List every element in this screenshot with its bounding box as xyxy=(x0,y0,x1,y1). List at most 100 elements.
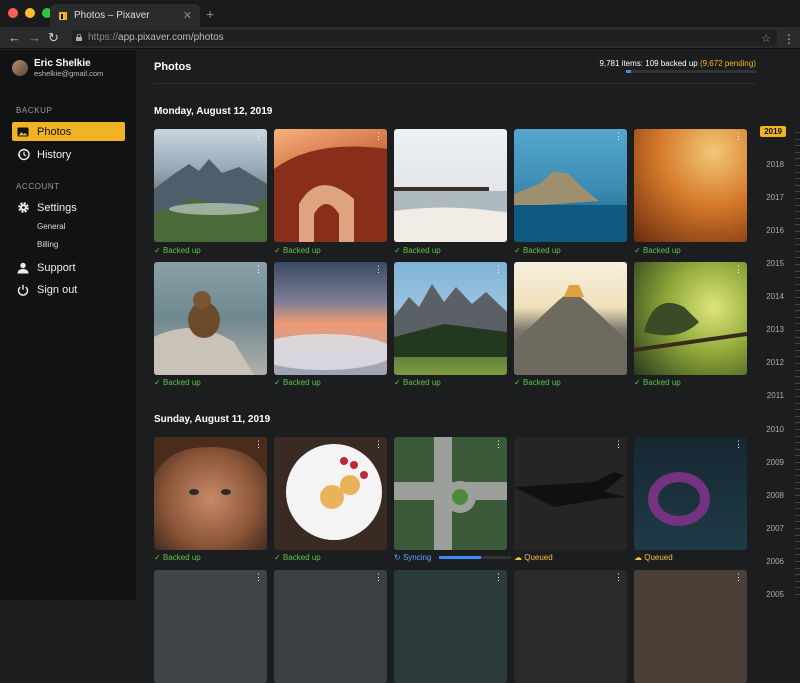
more-options-icon[interactable]: ⋮ xyxy=(734,439,743,450)
timeline-year[interactable]: 2007 xyxy=(766,524,784,533)
more-options-icon[interactable]: ⋮ xyxy=(614,572,623,583)
close-tab-icon[interactable]: ✕ xyxy=(183,9,192,22)
new-tab-button[interactable]: + xyxy=(206,6,214,22)
date-heading: Monday, August 12, 2019 xyxy=(154,106,273,117)
timeline-year[interactable]: 2006 xyxy=(766,557,784,566)
more-options-icon[interactable]: ⋮ xyxy=(494,264,503,275)
more-options-icon[interactable]: ⋮ xyxy=(374,439,383,450)
timeline-tick xyxy=(795,250,800,252)
photo-tile[interactable]: ⋮ xyxy=(514,129,627,242)
back-icon[interactable]: ← xyxy=(8,30,21,45)
timeline-tick xyxy=(795,244,800,246)
address-bar[interactable]: https://app.pixaver.com/photos ☆ xyxy=(72,30,777,46)
timeline-tick xyxy=(795,422,800,424)
sidebar-item-label: Photos xyxy=(37,125,72,138)
photo-tile[interactable]: ⋮ xyxy=(154,570,267,683)
more-options-icon[interactable]: ⋮ xyxy=(614,264,623,275)
timeline-year[interactable]: 2016 xyxy=(766,226,784,235)
photo-tile[interactable]: ⋮ xyxy=(634,262,747,375)
photo-tile[interactable]: ⋮ xyxy=(394,262,507,375)
more-options-icon[interactable]: ⋮ xyxy=(494,439,503,450)
photo-tile[interactable]: ⋮ xyxy=(634,129,747,242)
photo-tile[interactable]: ⋮ xyxy=(154,129,267,242)
photo-tile[interactable]: ⋮ xyxy=(514,262,627,375)
cloud-icon: ☁ xyxy=(514,553,525,562)
sidebar-item-history[interactable]: History xyxy=(12,145,125,164)
timeline-tick xyxy=(795,528,800,529)
photo-tile[interactable]: ⋮ xyxy=(634,570,747,683)
timeline-tick xyxy=(795,158,800,160)
sync-icon: ↻ xyxy=(394,553,403,562)
photo-tile[interactable]: ⋮ xyxy=(274,129,387,242)
timeline-tick xyxy=(795,211,800,213)
photo-tile[interactable]: ⋮ xyxy=(274,437,387,550)
more-options-icon[interactable]: ⋮ xyxy=(254,572,263,583)
minimize-window-button[interactable] xyxy=(25,8,35,18)
photo-tile[interactable]: ⋮ xyxy=(514,437,627,550)
photo-tile[interactable]: ⋮ xyxy=(154,437,267,550)
browser-tabbar: Photos – Pixaver ✕ + xyxy=(0,0,800,27)
timeline-year-current[interactable]: 2019 xyxy=(760,126,786,137)
photo-status: ✓ Backed up xyxy=(154,553,201,562)
sidebar-item-photos[interactable]: Photos xyxy=(12,122,125,141)
timeline-tick xyxy=(795,283,800,285)
timeline-tick xyxy=(795,336,800,338)
bookmark-star-icon[interactable]: ☆ xyxy=(761,31,771,47)
browser-tab[interactable]: Photos – Pixaver ✕ xyxy=(50,4,200,27)
more-options-icon[interactable]: ⋮ xyxy=(734,264,743,275)
more-options-icon[interactable]: ⋮ xyxy=(254,131,263,142)
timeline-year[interactable]: 2011 xyxy=(767,391,784,400)
forward-icon[interactable]: → xyxy=(28,30,41,45)
sidebar-item-settings[interactable]: Settings xyxy=(12,198,125,217)
timeline-year[interactable]: 2015 xyxy=(766,259,784,268)
timeline-tick xyxy=(795,462,800,463)
sidebar-subitem-billing[interactable]: Billing xyxy=(37,240,58,249)
photo-tile[interactable]: ⋮ xyxy=(394,129,507,242)
year-timeline[interactable]: 2019 2018 2017 2016 2015 2014 2013 2012 … xyxy=(756,50,800,600)
photo-tile[interactable]: ⋮ xyxy=(154,262,267,375)
more-options-icon[interactable]: ⋮ xyxy=(494,572,503,583)
timeline-year[interactable]: 2008 xyxy=(766,491,784,500)
photo-status: ↻ Syncing xyxy=(394,553,512,562)
timeline-year[interactable]: 2005 xyxy=(766,590,784,599)
more-options-icon[interactable]: ⋮ xyxy=(734,572,743,583)
photo-tile[interactable]: ⋮ xyxy=(514,570,627,683)
timeline-year[interactable]: 2009 xyxy=(766,458,784,467)
photo-tile[interactable]: ⋮ xyxy=(274,570,387,683)
photo-tile[interactable]: ⋮ xyxy=(634,437,747,550)
check-icon: ✓ xyxy=(394,246,403,255)
timeline-year[interactable]: 2013 xyxy=(766,325,784,334)
more-options-icon[interactable]: ⋮ xyxy=(374,264,383,275)
timeline-tick xyxy=(795,402,800,404)
reload-icon[interactable]: ↻ xyxy=(48,30,59,46)
photo-tile[interactable]: ⋮ xyxy=(394,437,507,550)
photo-status: ☁ Queued xyxy=(634,553,673,562)
timeline-year[interactable]: 2014 xyxy=(766,292,784,301)
more-options-icon[interactable]: ⋮ xyxy=(254,264,263,275)
timeline-tick xyxy=(795,264,800,265)
photo-status: ✓ Backed up xyxy=(394,246,441,255)
check-icon: ✓ xyxy=(154,553,163,562)
timeline-year[interactable]: 2017 xyxy=(766,193,784,202)
timeline-year[interactable]: 2012 xyxy=(766,358,784,367)
more-options-icon[interactable]: ⋮ xyxy=(614,439,623,450)
more-options-icon[interactable]: ⋮ xyxy=(734,131,743,142)
timeline-tick xyxy=(795,514,800,516)
photo-tile[interactable]: ⋮ xyxy=(394,570,507,683)
more-options-icon[interactable]: ⋮ xyxy=(254,439,263,450)
photo-image xyxy=(634,302,747,352)
browser-menu-icon[interactable]: ⋮ xyxy=(783,32,795,46)
more-options-icon[interactable]: ⋮ xyxy=(374,131,383,142)
timeline-year[interactable]: 2010 xyxy=(766,425,784,434)
sidebar-item-signout[interactable]: Sign out xyxy=(12,280,125,299)
photo-tile[interactable]: ⋮ xyxy=(274,262,387,375)
sidebar-item-support[interactable]: Support xyxy=(12,258,125,277)
more-options-icon[interactable]: ⋮ xyxy=(374,572,383,583)
backup-count: 9,781 items: 109 backed up xyxy=(599,59,700,68)
timeline-year[interactable]: 2018 xyxy=(766,160,784,169)
close-window-button[interactable] xyxy=(8,8,18,18)
timeline-tick xyxy=(795,435,800,437)
sidebar-subitem-general[interactable]: General xyxy=(37,222,65,231)
more-options-icon[interactable]: ⋮ xyxy=(494,131,503,142)
more-options-icon[interactable]: ⋮ xyxy=(614,131,623,142)
